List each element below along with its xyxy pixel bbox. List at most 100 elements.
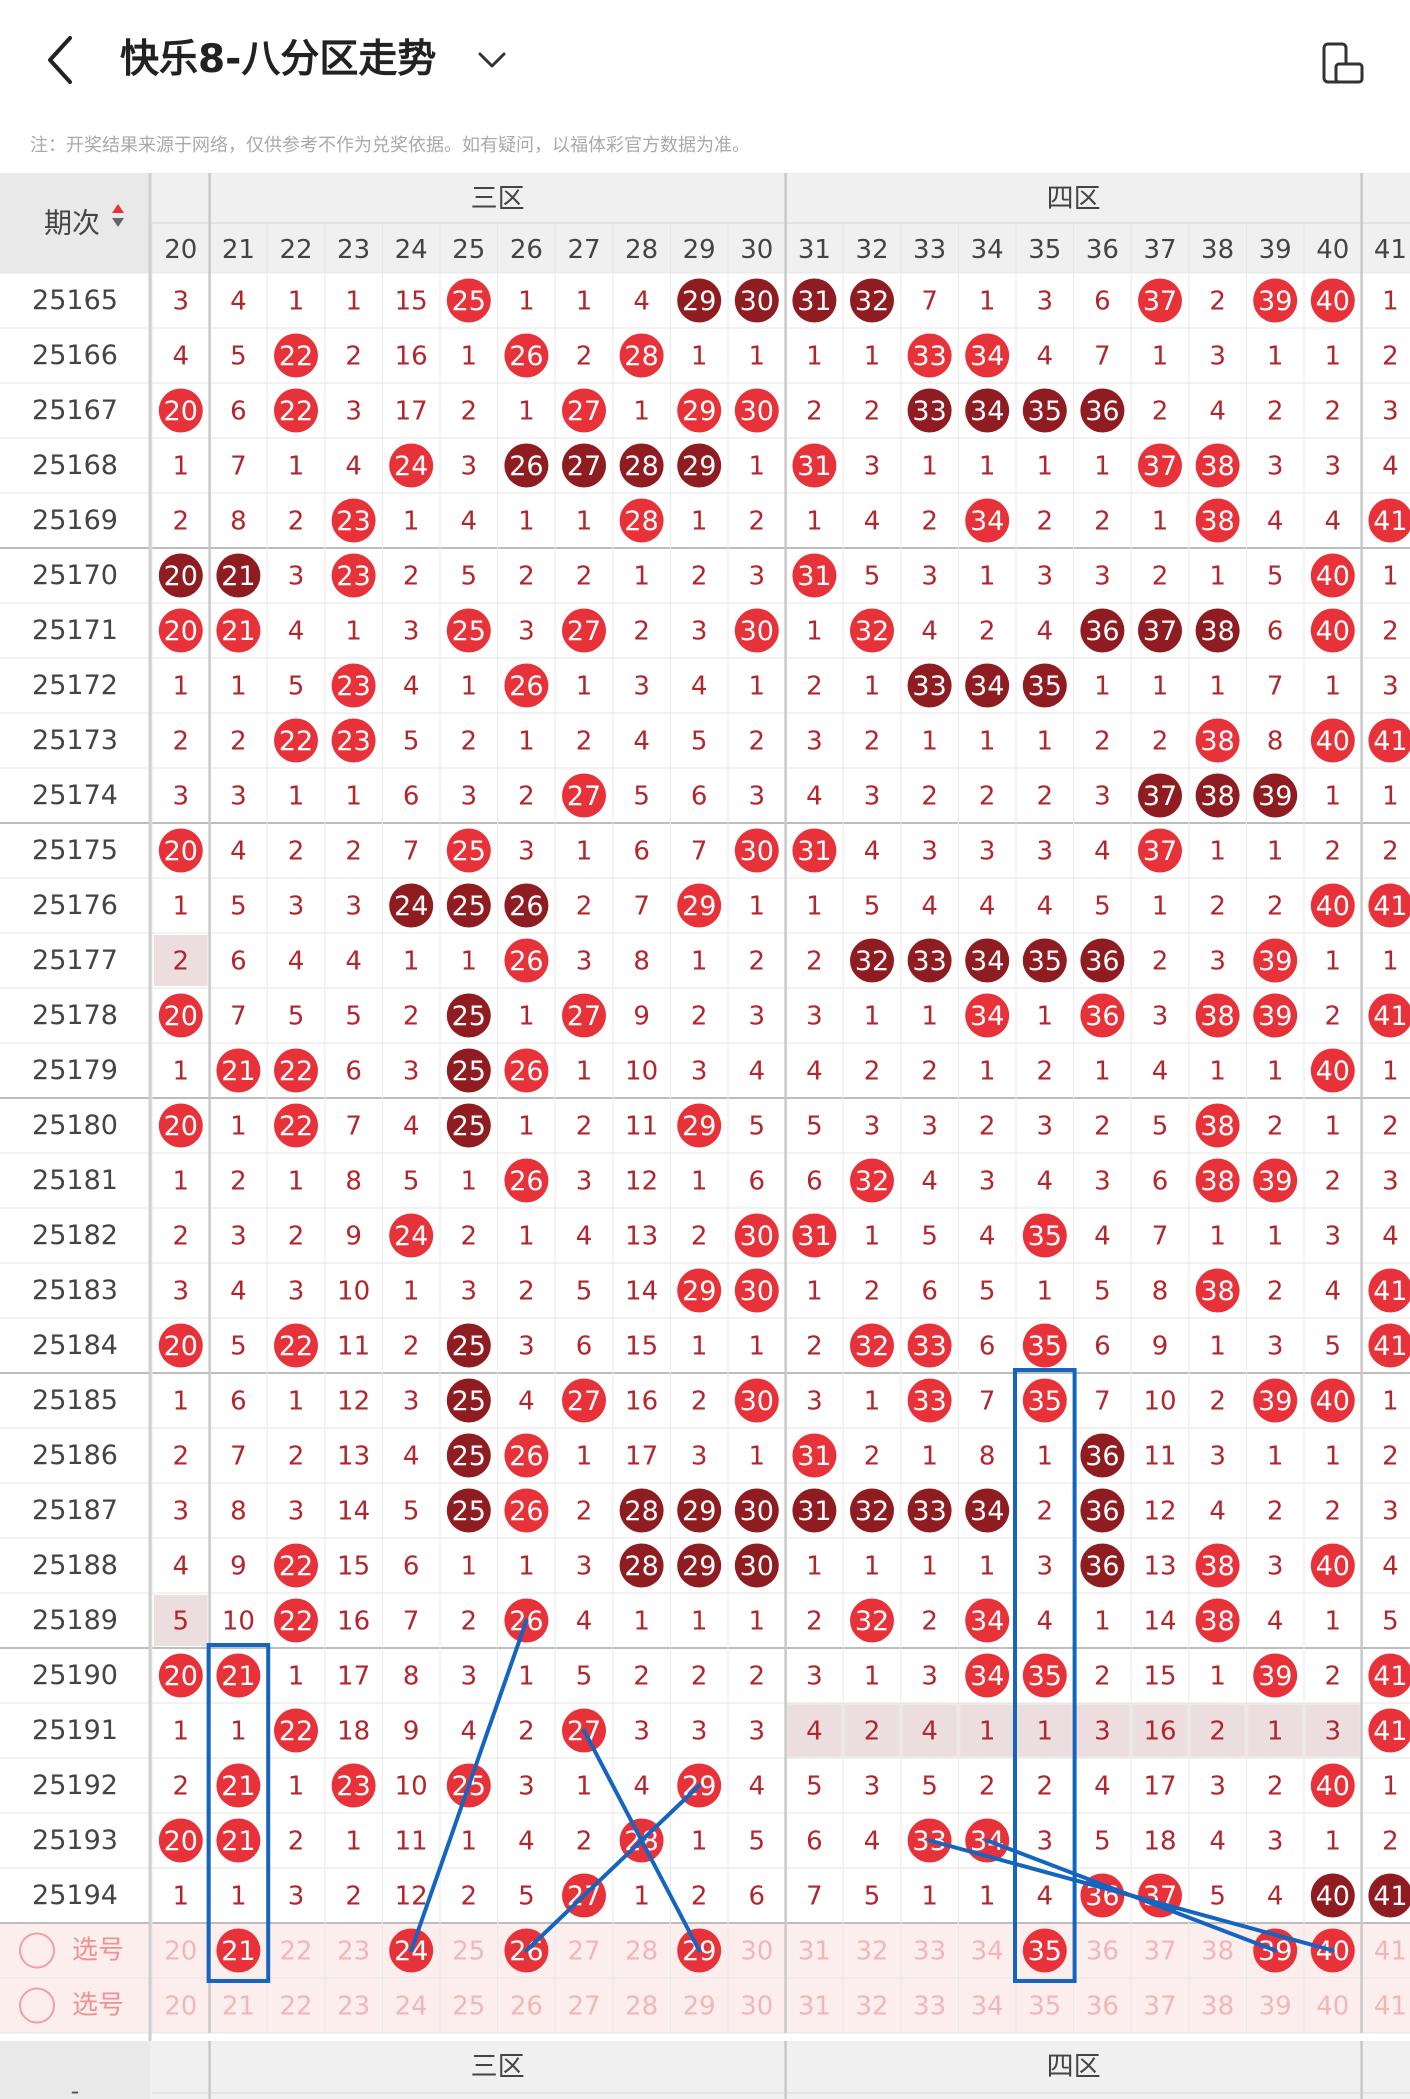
missed-count: 5 xyxy=(921,1772,938,1802)
missed-count: 10 xyxy=(337,1277,370,1307)
missed-count: 1 xyxy=(518,727,535,757)
missed-count: 2 xyxy=(1267,397,1284,427)
missed-count: 2 xyxy=(1325,1497,1342,1527)
missed-count: 1 xyxy=(749,672,766,702)
ball-number: 31 xyxy=(797,561,831,592)
column-header: 41 xyxy=(1374,235,1407,265)
period-label: 25183 xyxy=(32,1275,118,1306)
select-number: 31 xyxy=(798,1937,831,1967)
missed-count: 1 xyxy=(230,1717,247,1747)
missed-count: 3 xyxy=(345,397,362,427)
missed-count: 4 xyxy=(749,1057,766,1087)
missed-count: 1 xyxy=(1382,1772,1399,1802)
select-number: 23 xyxy=(337,1937,370,1967)
select-number: 40 xyxy=(1316,1992,1349,2022)
ball-number: 22 xyxy=(279,1551,313,1582)
missed-count: 4 xyxy=(921,1717,938,1747)
ball-number: 32 xyxy=(855,1331,889,1362)
ball-number: 40 xyxy=(1316,1551,1350,1582)
page-title[interactable]: 快乐8-八分区走势 xyxy=(120,28,436,84)
ball-number: 26 xyxy=(509,671,543,702)
missed-count: 3 xyxy=(288,1497,305,1527)
missed-count: 5 xyxy=(403,727,420,757)
select-number: 36 xyxy=(1086,1937,1119,1967)
ball-number: 31 xyxy=(797,836,831,867)
missed-count: 1 xyxy=(1094,452,1111,482)
select-number: 22 xyxy=(279,1937,312,1967)
missed-count: 4 xyxy=(1037,1882,1054,1912)
column-header: 30 xyxy=(740,235,773,265)
missed-count: 16 xyxy=(625,1387,658,1417)
missed-count: 1 xyxy=(1267,1442,1284,1472)
missed-count: 3 xyxy=(1209,1442,1226,1472)
ball-number: 38 xyxy=(1200,781,1234,812)
missed-count: 3 xyxy=(921,837,938,867)
select-number: 27 xyxy=(567,1937,600,1967)
missed-count: 12 xyxy=(625,1167,658,1197)
missed-count: 3 xyxy=(1037,287,1054,317)
missed-count: 4 xyxy=(576,1222,593,1252)
chevron-down-icon[interactable] xyxy=(472,40,512,80)
missed-count: 4 xyxy=(1382,1552,1399,1582)
missed-count: 3 xyxy=(749,1002,766,1032)
missed-count: 3 xyxy=(691,1057,708,1087)
missed-count: 5 xyxy=(1094,892,1111,922)
missed-count: 2 xyxy=(1325,1662,1342,1692)
missed-count: 2 xyxy=(173,1442,190,1472)
back-arrow-icon[interactable] xyxy=(38,30,88,90)
missed-count: 1 xyxy=(749,342,766,372)
select-number: 36 xyxy=(1086,1992,1119,2022)
missed-count: 3 xyxy=(864,1112,881,1142)
phone-rotate-icon[interactable] xyxy=(1318,40,1366,88)
period-label: 25182 xyxy=(32,1220,118,1251)
missed-count: 4 xyxy=(1267,1882,1284,1912)
ball-number: 38 xyxy=(1200,1606,1234,1637)
missed-count: 2 xyxy=(230,1167,247,1197)
missed-count: 3 xyxy=(461,452,478,482)
ball-number: 27 xyxy=(567,781,601,812)
missed-count: 3 xyxy=(230,782,247,812)
missed-count: 5 xyxy=(288,672,305,702)
missed-count: 2 xyxy=(288,1442,305,1472)
missed-count: 1 xyxy=(921,1552,938,1582)
missed-count: 2 xyxy=(288,1222,305,1252)
ball-number: 38 xyxy=(1200,616,1234,647)
missed-count: 4 xyxy=(921,1167,938,1197)
missed-count: 1 xyxy=(1209,1057,1226,1087)
missed-count: 1 xyxy=(1267,837,1284,867)
ball-number: 41 xyxy=(1373,1331,1407,1362)
missed-count: 3 xyxy=(1325,1717,1342,1747)
ball-number: 38 xyxy=(1200,451,1234,482)
missed-count: 4 xyxy=(1037,617,1054,647)
ball-number: 36 xyxy=(1085,1441,1119,1472)
missed-count: 1 xyxy=(345,617,362,647)
missed-count: 3 xyxy=(518,1332,535,1362)
missed-count: 4 xyxy=(230,837,247,867)
missed-count: 17 xyxy=(1143,1772,1176,1802)
missed-count: 4 xyxy=(403,1112,420,1142)
missed-count: 3 xyxy=(691,1717,708,1747)
missed-count: 3 xyxy=(288,892,305,922)
select-number: 30 xyxy=(740,1992,773,2022)
missed-count: 4 xyxy=(403,1442,420,1472)
ball-number: 36 xyxy=(1085,616,1119,647)
select-number: 28 xyxy=(625,1937,658,1967)
missed-count: 15 xyxy=(395,287,428,317)
ball-number: 25 xyxy=(452,1001,486,1032)
ball-number: 40 xyxy=(1316,726,1350,757)
missed-count: 2 xyxy=(1094,1112,1111,1142)
missed-count: 5 xyxy=(403,1167,420,1197)
ball-number: 40 xyxy=(1316,1056,1350,1087)
period-label: 25188 xyxy=(32,1550,118,1581)
missed-count: 13 xyxy=(337,1442,370,1472)
ball-number: 38 xyxy=(1200,1551,1234,1582)
missed-count: 1 xyxy=(864,1662,881,1692)
missed-count: 4 xyxy=(1094,1772,1111,1802)
missed-count: 1 xyxy=(921,727,938,757)
missed-count: 2 xyxy=(1037,782,1054,812)
missed-count: 2 xyxy=(1152,727,1169,757)
missed-count: 4 xyxy=(173,342,190,372)
missed-count: 2 xyxy=(1267,892,1284,922)
missed-count: 5 xyxy=(691,727,708,757)
missed-count: 16 xyxy=(1143,1717,1176,1747)
